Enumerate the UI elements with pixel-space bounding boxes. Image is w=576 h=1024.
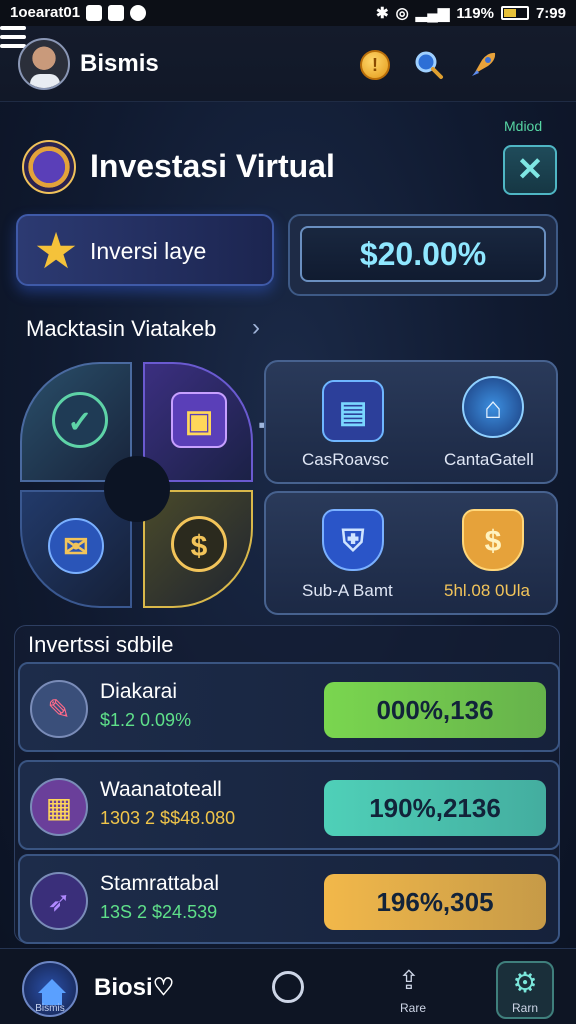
shield-icon: ⛨ bbox=[322, 509, 384, 571]
panel-top-right-label: CantaGatell bbox=[444, 450, 534, 469]
investment-layer-label: Inversi laye bbox=[90, 238, 207, 264]
list-item-name: Diakarai bbox=[100, 680, 178, 703]
wifi-icon: ◎ bbox=[395, 5, 409, 22]
envelope-icon: ✉ bbox=[48, 518, 104, 574]
home-nav-label: Bismis bbox=[35, 1003, 65, 1014]
avatar[interactable] bbox=[18, 38, 70, 90]
bluetooth-icon: ✱ bbox=[376, 5, 389, 22]
menu-icon[interactable] bbox=[0, 26, 26, 48]
notification-icon bbox=[130, 4, 147, 21]
balance-amount: $20.00% bbox=[300, 226, 546, 282]
pin-icon: ✎ bbox=[30, 680, 88, 738]
list-item-name: Waanatoteall bbox=[100, 778, 222, 801]
share-icon[interactable]: ⇪ bbox=[398, 965, 420, 996]
list-item-sub: 1303 2 $$48.080 bbox=[100, 808, 236, 828]
list-item-sub: 13S 2 $24.539 bbox=[100, 902, 218, 922]
battery-icon bbox=[500, 6, 529, 20]
panel-top-left-label: CasRoavsc bbox=[302, 450, 389, 469]
bottom-nav: Bismis Biosi♡ ⇪ Rare ⚙ Rarn bbox=[0, 948, 576, 1024]
notification-icon bbox=[108, 4, 125, 21]
circle-nav-button[interactable] bbox=[272, 971, 304, 1003]
mode-label: Mdiod bbox=[504, 118, 543, 134]
star-icon: ★ bbox=[33, 223, 79, 279]
close-button[interactable]: ✕ bbox=[503, 145, 557, 195]
nav-main-text[interactable]: Biosi♡ bbox=[94, 973, 174, 1002]
status-left-text: 1oearat01 bbox=[10, 4, 81, 21]
list-item-name: Stamrattabal bbox=[100, 872, 220, 895]
list-item[interactable]: ✎ Diakarai $1.2 0.09% 000%,136 bbox=[18, 662, 560, 752]
list-item[interactable]: ▦ Waanatoteall 1303 2 $$48.080 190%,2136 bbox=[18, 760, 560, 850]
list-title: Invertssi sdbile bbox=[28, 632, 174, 657]
notification-icon bbox=[86, 4, 103, 21]
page-title: Investasi Virtual bbox=[90, 148, 335, 184]
list-item-value[interactable]: 190%,2136 bbox=[324, 780, 546, 836]
coin-icon[interactable]: ! bbox=[360, 50, 390, 80]
tablet-icon: ▤ bbox=[322, 380, 384, 442]
rocket-icon[interactable] bbox=[468, 50, 498, 80]
battery-percent: 119% bbox=[456, 4, 494, 22]
panel-bottom-left-label: Sub-A Bamt bbox=[302, 581, 393, 600]
list-item[interactable]: ➶ Stamrattabal 13S 2 $24.539 196%,305 bbox=[18, 854, 560, 944]
search-icon[interactable] bbox=[414, 50, 444, 80]
clock: 7:99 bbox=[535, 4, 566, 22]
chevron-right-icon[interactable]: › bbox=[252, 314, 260, 342]
settings-nav-label: Rarn bbox=[511, 1001, 538, 1015]
list-item-value[interactable]: 000%,136 bbox=[324, 682, 546, 738]
panel-bottom-right-label: 5hl.08 0Ula bbox=[444, 581, 531, 600]
balance-card: $20.00% bbox=[288, 214, 558, 296]
card-stack-icon: ▣ bbox=[171, 392, 227, 448]
heart-icon: ♡ bbox=[152, 974, 175, 1001]
investment-badge-icon bbox=[22, 140, 76, 194]
gear-icon: ⚙ bbox=[512, 967, 538, 998]
share-nav-label: Rare bbox=[400, 1001, 427, 1015]
signal-icon: ▂▄▆ bbox=[415, 5, 450, 22]
box-icon: ▦ bbox=[30, 778, 88, 836]
list-item-sub: $1.2 0.09% bbox=[100, 710, 192, 730]
list-item-value[interactable]: 196%,305 bbox=[324, 874, 546, 930]
rocket-icon: ➶ bbox=[30, 872, 88, 930]
panel-top[interactable]: ▤ ⌂ CasRoavsc CantaGatell bbox=[264, 360, 558, 484]
server-icon: ⌂ bbox=[462, 376, 524, 438]
panel-bottom[interactable]: ⛨ $ Sub-A Bamt 5hl.08 0Ula bbox=[264, 491, 558, 615]
status-bar: 1oearat01 ✱ ◎ ▂▄▆ 119% 7:99 bbox=[0, 0, 576, 26]
nav-main-label: Biosi bbox=[94, 974, 153, 1001]
dollar-chat-icon: $ bbox=[171, 516, 227, 572]
section-subtitle[interactable]: Macktasin Viatakeb bbox=[26, 316, 216, 342]
app-header: Bismis ! bbox=[0, 26, 576, 102]
check-icon: ✓ bbox=[52, 392, 108, 448]
app-name: Bismis bbox=[80, 50, 159, 77]
investment-layer-card[interactable]: ★ Inversi laye bbox=[16, 214, 274, 286]
tile-hub bbox=[104, 456, 170, 522]
dollar-shield-icon: $ bbox=[462, 509, 524, 571]
